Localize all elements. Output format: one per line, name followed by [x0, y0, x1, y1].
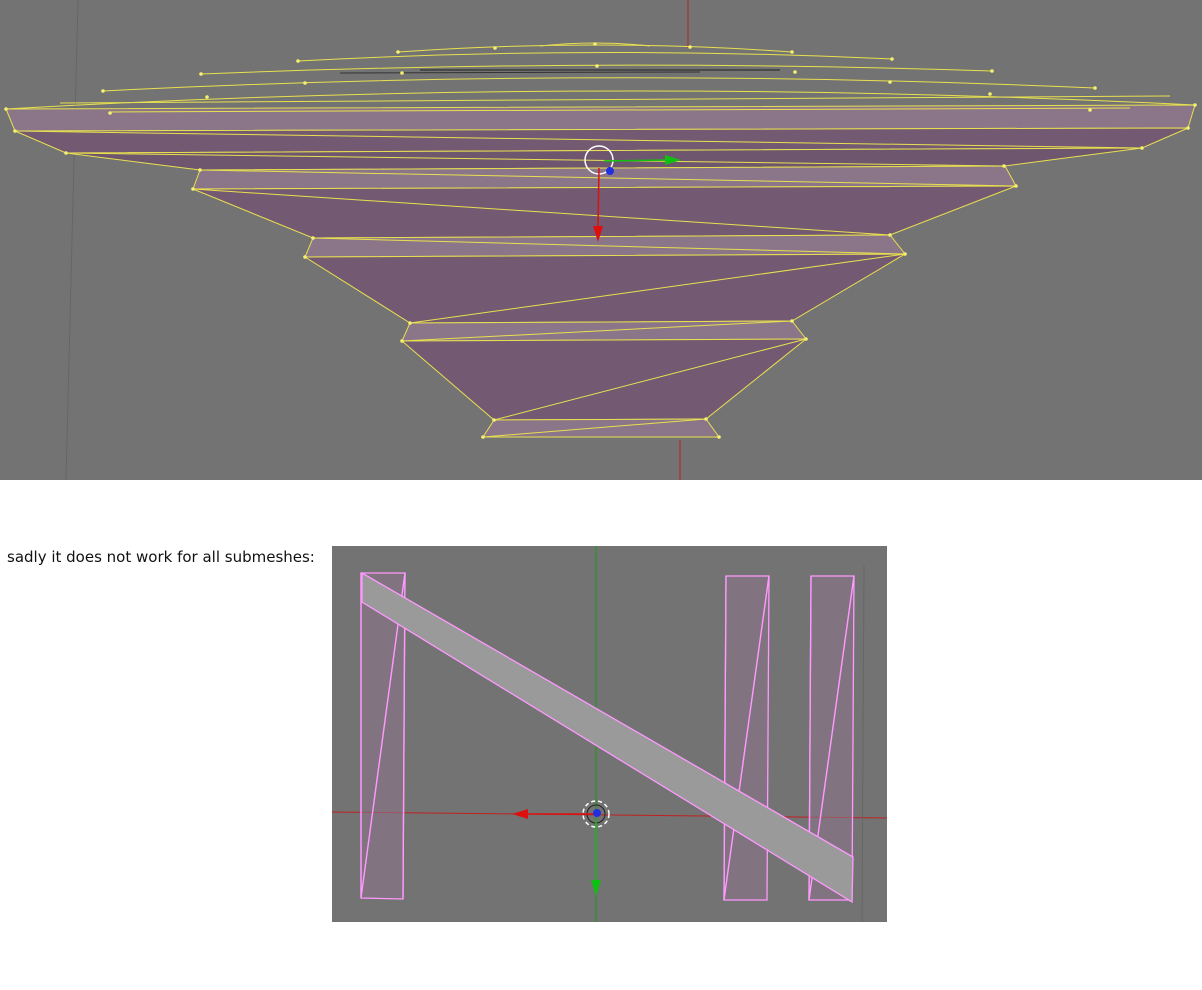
frame-line-right	[861, 565, 865, 922]
mesh-diagonal-band	[361, 571, 854, 904]
grid-line-left	[65, 0, 79, 480]
viewport-top[interactable]	[0, 0, 1202, 480]
transform-gizmo-icon[interactable]	[512, 809, 601, 896]
mesh-canvas-bottom	[332, 546, 887, 922]
viewport-bottom[interactable]	[332, 546, 887, 922]
face-band-4	[192, 185, 1017, 239]
caption-text: sadly it does not work for all submeshes…	[7, 548, 315, 566]
face-band-6	[303, 253, 907, 324]
face-band-8	[400, 338, 808, 421]
mesh-canvas-top	[4, 0, 1197, 480]
mesh-upper-rings	[5, 42, 1196, 113]
